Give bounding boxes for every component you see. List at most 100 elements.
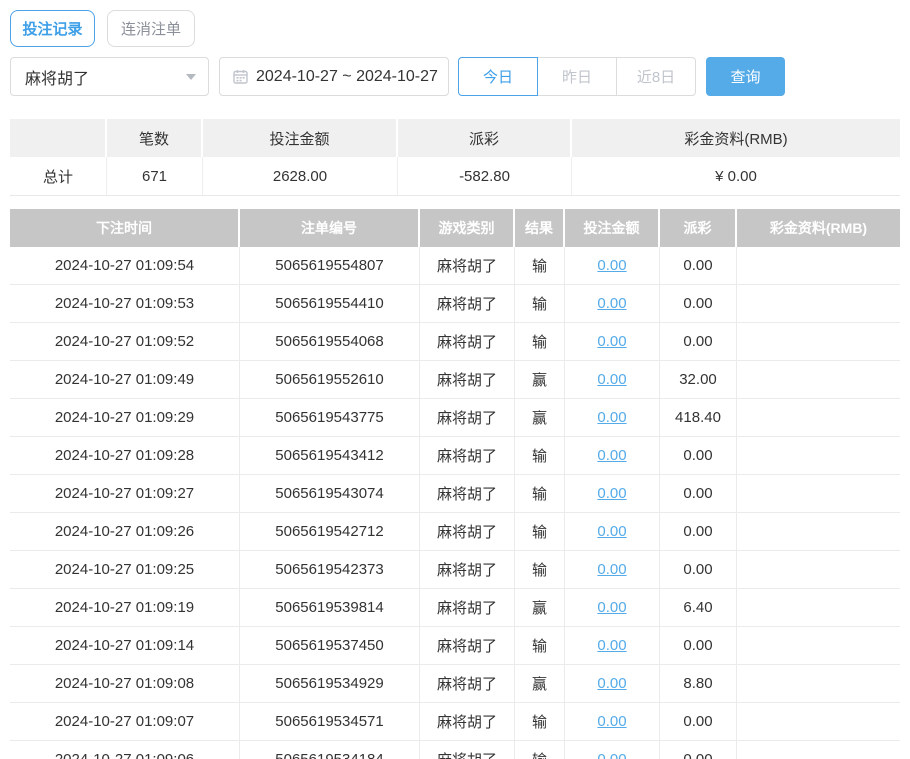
quick-range-8days-button[interactable]: 近8日: [616, 57, 696, 96]
table-row: 2024-10-27 01:09:29 5065619543775 麻将胡了 赢…: [10, 399, 900, 437]
cell-bonus: [737, 703, 900, 740]
cell-game-type: 麻将胡了: [420, 323, 515, 360]
cell-order-id: 5065619552610: [240, 361, 420, 398]
summary-total-bet-amount: 2628.00: [203, 157, 398, 195]
cell-bet-time: 2024-10-27 01:09:25: [10, 551, 240, 588]
cell-bet-time: 2024-10-27 01:09:07: [10, 703, 240, 740]
cell-result: 输: [515, 475, 565, 512]
cell-payout: 0.00: [660, 475, 737, 512]
cell-order-id: 5065619543074: [240, 475, 420, 512]
bet-amount-link[interactable]: 0.00: [597, 257, 626, 274]
bet-amount-link[interactable]: 0.00: [597, 295, 626, 312]
header-result: 结果: [515, 209, 565, 247]
header-bet-amount: 投注金额: [565, 209, 660, 247]
table-row: 2024-10-27 01:09:28 5065619543412 麻将胡了 输…: [10, 437, 900, 475]
cell-result: 赢: [515, 399, 565, 436]
cell-payout: 0.00: [660, 513, 737, 550]
cell-result: 输: [515, 703, 565, 740]
header-order-id: 注单编号: [240, 209, 420, 247]
cell-order-id: 5065619543412: [240, 437, 420, 474]
header-bonus: 彩金资料(RMB): [737, 209, 900, 247]
cell-bet-amount: 0.00: [565, 665, 660, 702]
cell-payout: 0.00: [660, 703, 737, 740]
table-row: 2024-10-27 01:09:06 5065619534184 麻将胡了 输…: [10, 741, 900, 759]
calendar-icon: [233, 69, 248, 84]
bet-amount-link[interactable]: 0.00: [597, 675, 626, 692]
bet-amount-link[interactable]: 0.00: [597, 599, 626, 616]
table-row: 2024-10-27 01:09:54 5065619554807 麻将胡了 输…: [10, 247, 900, 285]
cell-bet-time: 2024-10-27 01:09:06: [10, 741, 240, 759]
cell-bet-amount: 0.00: [565, 247, 660, 284]
cell-payout: 0.00: [660, 323, 737, 360]
cell-bonus: [737, 589, 900, 626]
bet-amount-link[interactable]: 0.00: [597, 523, 626, 540]
bet-amount-link[interactable]: 0.00: [597, 637, 626, 654]
bet-amount-link[interactable]: 0.00: [597, 333, 626, 350]
bet-amount-link[interactable]: 0.00: [597, 371, 626, 388]
cell-order-id: 5065619539814: [240, 589, 420, 626]
cell-bet-amount: 0.00: [565, 475, 660, 512]
cell-game-type: 麻将胡了: [420, 361, 515, 398]
cell-bet-amount: 0.00: [565, 361, 660, 398]
cell-game-type: 麻将胡了: [420, 437, 515, 474]
tab-bet-records[interactable]: 投注记录: [10, 10, 95, 47]
table-row: 2024-10-27 01:09:27 5065619543074 麻将胡了 输…: [10, 475, 900, 513]
game-select-value: 麻将胡了: [25, 65, 186, 89]
summary-header-blank: [10, 119, 107, 157]
cell-result: 输: [515, 285, 565, 322]
bet-amount-link[interactable]: 0.00: [597, 485, 626, 502]
query-button[interactable]: 查询: [706, 57, 785, 96]
cell-bonus: [737, 513, 900, 550]
cell-bonus: [737, 437, 900, 474]
table-row: 2024-10-27 01:09:52 5065619554068 麻将胡了 输…: [10, 323, 900, 361]
game-select[interactable]: 麻将胡了: [10, 57, 209, 96]
summary-header-bet-amount: 投注金额: [203, 119, 398, 157]
summary-table: 笔数 投注金额 派彩 彩金资料(RMB) 总计 671 2628.00 -582…: [10, 119, 900, 196]
cell-order-id: 5065619542712: [240, 513, 420, 550]
cell-bonus: [737, 323, 900, 360]
table-row: 2024-10-27 01:09:07 5065619534571 麻将胡了 输…: [10, 703, 900, 741]
cell-order-id: 5065619537450: [240, 627, 420, 664]
chevron-down-icon: [186, 74, 196, 80]
cell-bet-amount: 0.00: [565, 627, 660, 664]
cell-order-id: 5065619534571: [240, 703, 420, 740]
cell-payout: 8.80: [660, 665, 737, 702]
cell-game-type: 麻将胡了: [420, 399, 515, 436]
table-row: 2024-10-27 01:09:26 5065619542712 麻将胡了 输…: [10, 513, 900, 551]
bet-amount-link[interactable]: 0.00: [597, 713, 626, 730]
quick-range-yesterday-button[interactable]: 昨日: [537, 57, 617, 96]
cell-bet-amount: 0.00: [565, 703, 660, 740]
header-payout: 派彩: [660, 209, 737, 247]
cell-bonus: [737, 285, 900, 322]
cell-bonus: [737, 361, 900, 398]
cell-bet-time: 2024-10-27 01:09:29: [10, 399, 240, 436]
cell-bet-amount: 0.00: [565, 399, 660, 436]
cell-game-type: 麻将胡了: [420, 285, 515, 322]
cell-bonus: [737, 551, 900, 588]
cell-result: 输: [515, 437, 565, 474]
table-row: 2024-10-27 01:09:53 5065619554410 麻将胡了 输…: [10, 285, 900, 323]
date-range-input[interactable]: 2024-10-27 ~ 2024-10-27: [219, 57, 449, 96]
summary-total-bonus: ¥ 0.00: [572, 157, 900, 195]
cell-result: 赢: [515, 361, 565, 398]
cell-payout: 0.00: [660, 285, 737, 322]
cell-result: 输: [515, 551, 565, 588]
bet-amount-link[interactable]: 0.00: [597, 409, 626, 426]
cell-payout: 0.00: [660, 551, 737, 588]
bet-amount-link[interactable]: 0.00: [597, 447, 626, 464]
tab-cancelled-bets[interactable]: 连消注单: [107, 10, 195, 47]
cell-bet-amount: 0.00: [565, 741, 660, 759]
bet-table-header-row: 下注时间 注单编号 游戏类别 结果 投注金额 派彩 彩金资料(RMB): [10, 209, 900, 247]
cell-payout: 0.00: [660, 437, 737, 474]
bet-amount-link[interactable]: 0.00: [597, 751, 626, 759]
table-row: 2024-10-27 01:09:08 5065619534929 麻将胡了 赢…: [10, 665, 900, 703]
quick-range-today-button[interactable]: 今日: [458, 57, 538, 96]
header-bet-time: 下注时间: [10, 209, 240, 247]
summary-total-payout: -582.80: [398, 157, 572, 195]
cell-bet-time: 2024-10-27 01:09:28: [10, 437, 240, 474]
table-row: 2024-10-27 01:09:49 5065619552610 麻将胡了 赢…: [10, 361, 900, 399]
bet-records-page: 投注记录 连消注单 麻将胡了 2024-10-27 ~ 2024-10-27 今…: [0, 0, 910, 759]
cell-game-type: 麻将胡了: [420, 665, 515, 702]
cell-bet-time: 2024-10-27 01:09:08: [10, 665, 240, 702]
bet-amount-link[interactable]: 0.00: [597, 561, 626, 578]
